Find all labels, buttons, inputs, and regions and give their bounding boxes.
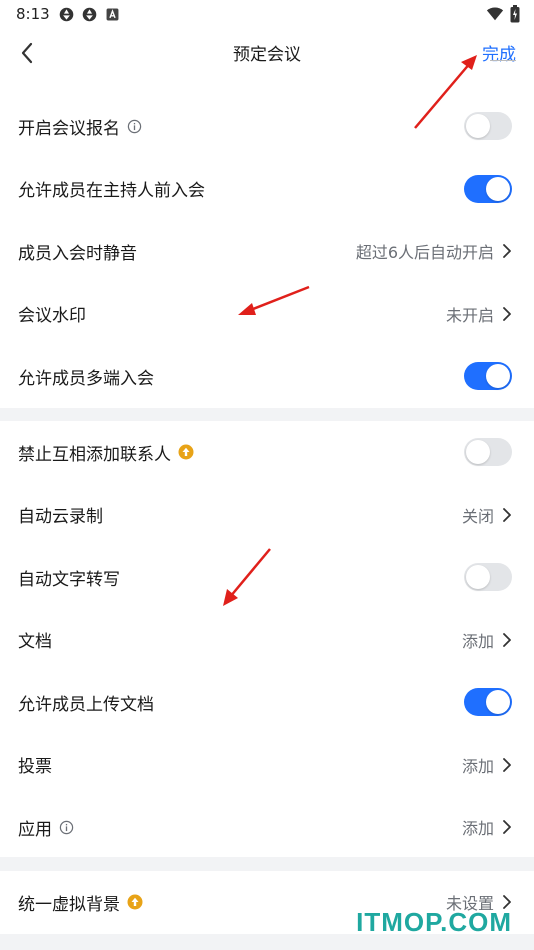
toggle-knob [486,176,510,201]
info-icon[interactable] [127,119,142,134]
setting-row[interactable]: 应用 添加 [0,796,534,859]
setting-row[interactable]: 文档 添加 [0,609,534,672]
setting-label-wrap: 允许成员上传文档 [18,690,154,715]
page-title: 预定会议 [233,45,301,65]
setting-value: 未开启 [445,305,494,325]
setting-label: 会议水印 [18,306,86,327]
setting-label: 允许成员在主持人前入会 [18,181,205,202]
setting-label-wrap: 会议水印 [18,301,86,326]
setting-label: 统一虚拟背景 [18,894,120,915]
setting-label: 自动文字转写 [18,569,120,590]
setting-control: 添加 [462,753,512,777]
setting-value: 添加 [461,819,494,839]
status-left-icons [58,6,121,23]
setting-row[interactable]: 会议水印 未开启 [0,283,534,346]
setting-label: 成员入会时静音 [18,243,137,264]
setting-value: 关闭 [461,506,494,526]
toggle-knob [466,114,490,139]
battery-icon [510,5,520,23]
setting-row[interactable]: 自动云录制 关闭 [0,484,534,547]
setting-control: 添加 [462,815,512,839]
settings-group-meeting: 开启会议报名允许成员在主持人前入会 成员入会时静音 超过6人后自动开启会议水印 未开启… [0,95,534,408]
setting-label-wrap: 自动文字转写 [18,565,120,590]
aperture-icon [82,7,97,22]
setting-label-wrap: 允许成员多端入会 [18,364,154,389]
setting-label-wrap: 开启会议报名 [18,114,142,139]
setting-row[interactable]: 允许成员上传文档 [0,671,534,734]
settings-group-features: 禁止互相添加联系人 自动云录制 关闭 自动文字转写 文档 添加 允许成员上传文档 投票 添加 应用… [0,421,534,859]
toggle-knob [466,440,490,465]
setting-label-wrap: 成员入会时静音 [18,239,137,264]
setting-value: 超过6人后自动开启 [355,243,494,263]
info-icon[interactable] [59,820,74,835]
setting-row[interactable]: 允许成员多端入会 [0,345,534,408]
aperture-icon [59,7,74,22]
chevron-right-icon [503,244,511,259]
setting-control [464,563,512,592]
toggle-switch[interactable] [464,438,512,467]
setting-label: 应用 [18,819,52,840]
setting-label: 允许成员上传文档 [18,694,154,715]
status-time: 8:13 [16,5,50,23]
setting-control [464,174,512,203]
nav-bar: 预定会议 完成 [0,30,534,76]
setting-label-wrap: 统一虚拟背景 [18,890,143,915]
setting-row[interactable]: 禁止互相添加联系人 [0,421,534,484]
setting-value: 添加 [461,631,494,651]
group-separator [0,407,534,422]
toggle-switch[interactable] [464,112,512,141]
setting-label: 禁止互相添加联系人 [18,444,171,465]
setting-row[interactable]: 开启会议报名 [0,95,534,158]
chevron-right-icon [503,757,511,772]
setting-control [464,112,512,141]
setting-control [464,362,512,391]
setting-row[interactable]: 成员入会时静音 超过6人后自动开启 [0,220,534,283]
status-right-icons [486,5,520,23]
setting-label-wrap: 应用 [18,815,74,840]
toggle-knob [486,690,510,715]
chevron-right-icon [503,820,511,835]
group-separator [0,857,534,871]
wifi-icon [486,7,504,21]
setting-label: 文档 [18,632,52,653]
toggle-switch[interactable] [464,563,512,592]
toggle-switch[interactable] [464,174,512,203]
setting-control: 超过6人后自动开启 [356,239,512,263]
setting-label-wrap: 投票 [18,752,52,777]
setting-row[interactable]: 投票 添加 [0,734,534,797]
setting-control: 未开启 [446,302,512,326]
done-underline [490,60,516,61]
status-bar: 8:13 [0,0,534,30]
toggle-knob [486,364,510,389]
upgrade-icon [178,444,194,460]
toggle-switch[interactable] [464,688,512,717]
toggle-switch[interactable] [464,362,512,391]
watermark-logo: ITMOP.COM [356,907,512,937]
setting-row[interactable]: 自动文字转写 [0,546,534,609]
done-button[interactable]: 完成 [482,40,516,65]
setting-label-wrap: 禁止互相添加联系人 [18,440,194,465]
chevron-right-icon [503,507,511,522]
setting-label: 自动云录制 [18,507,103,528]
setting-label-wrap: 自动云录制 [18,502,103,527]
chevron-right-icon [503,632,511,647]
chevron-right-icon [503,306,511,321]
setting-value: 添加 [461,756,494,776]
setting-control: 关闭 [462,503,512,527]
setting-control [464,688,512,717]
setting-control [464,438,512,467]
setting-control: 添加 [462,628,512,652]
setting-label-wrap: 允许成员在主持人前入会 [18,176,205,201]
setting-label-wrap: 文档 [18,627,52,652]
a-box-icon [106,8,119,21]
upgrade-icon [127,894,143,910]
toggle-knob [466,565,490,590]
setting-label: 开启会议报名 [18,118,120,139]
setting-label: 允许成员多端入会 [18,368,154,389]
setting-label: 投票 [18,757,52,778]
setting-row[interactable]: 允许成员在主持人前入会 [0,158,534,221]
